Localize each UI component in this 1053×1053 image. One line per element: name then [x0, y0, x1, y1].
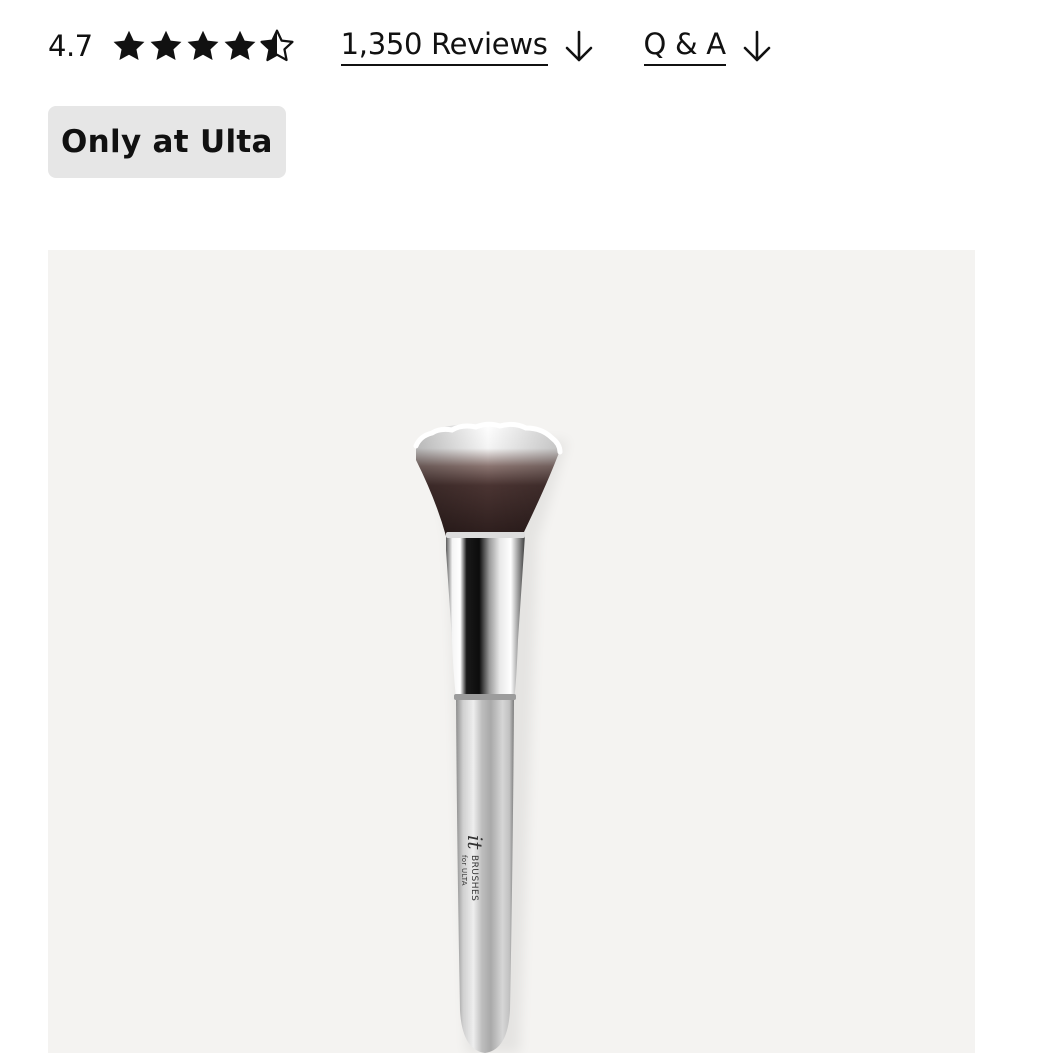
star-rating — [111, 26, 295, 66]
svg-text:it: it — [463, 835, 487, 850]
rating-value: 4.7 — [48, 28, 93, 63]
qa-link[interactable]: Q & A — [643, 26, 776, 66]
svg-text:for ULTA: for ULTA — [460, 855, 468, 886]
star-icon — [185, 28, 221, 64]
svg-text:BRUSHES: BRUSHES — [469, 855, 479, 901]
exclusive-badge: Only at Ulta — [48, 106, 286, 178]
star-icon — [111, 28, 147, 64]
arrow-down-icon — [743, 30, 771, 62]
makeup-brush-image: it BRUSHES for ULTA — [413, 421, 568, 1053]
exclusive-badge-label: Only at Ulta — [61, 124, 273, 160]
qa-link-label: Q & A — [643, 30, 726, 66]
product-image[interactable]: it BRUSHES for ULTA — [48, 250, 975, 1053]
star-half-icon — [259, 28, 295, 64]
star-icon — [148, 28, 184, 64]
star-icon — [222, 28, 258, 64]
reviews-link-label: 1,350 Reviews — [340, 30, 548, 66]
rating-row: 4.7 1,350 Reviews Q & A — [48, 22, 1008, 70]
product-page: 4.7 1,350 Reviews Q & A Only at Ulta it … — [0, 0, 1053, 1053]
arrow-down-icon — [565, 30, 592, 62]
reviews-link[interactable]: 1,350 Reviews — [340, 26, 598, 66]
